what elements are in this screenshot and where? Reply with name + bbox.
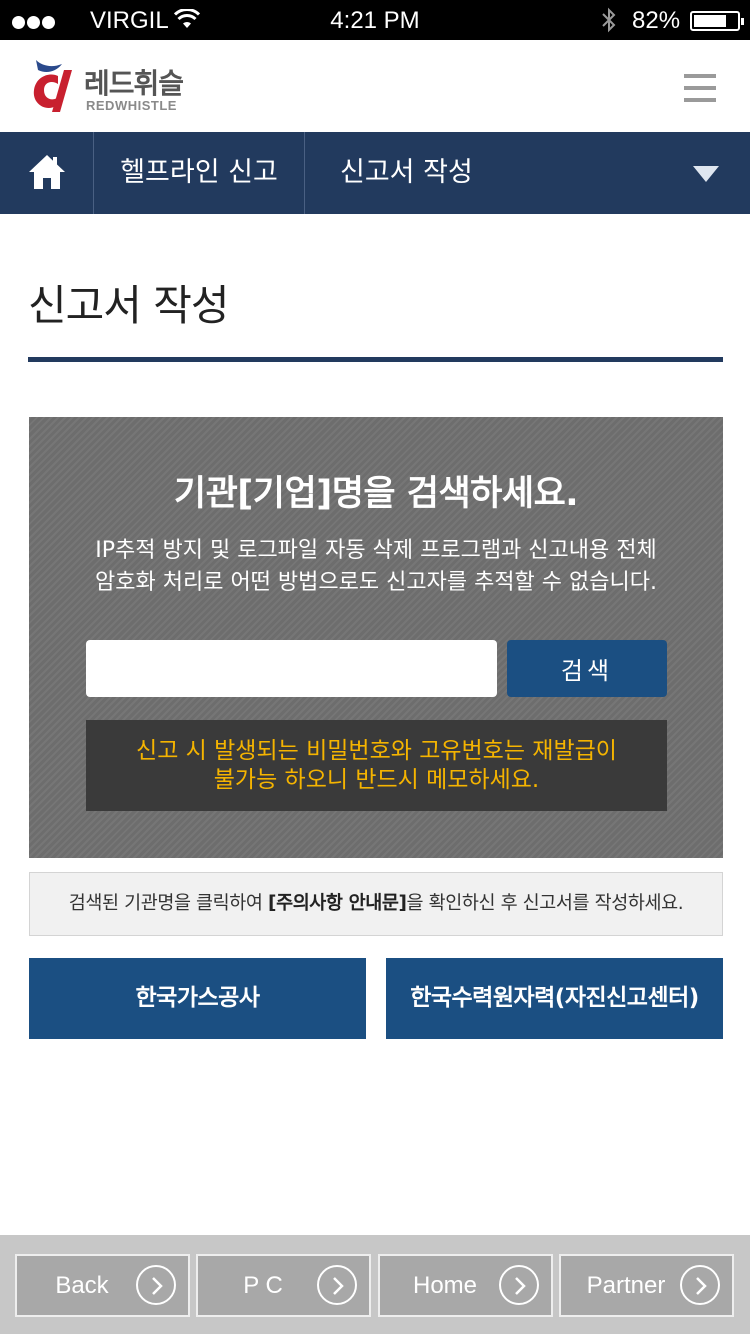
partner-label: Partner xyxy=(586,1272,666,1299)
org-button-kogas[interactable]: 한국가스공사 xyxy=(29,958,366,1039)
home-nav-button[interactable]: Home xyxy=(378,1254,553,1317)
logo-text-ko: 레드휘슬 xyxy=(84,67,184,100)
battery-percent: 82% xyxy=(632,7,681,34)
battery-icon xyxy=(690,11,744,31)
org-button-khnp[interactable]: 한국수력원자력(자진신고센터) xyxy=(386,958,723,1039)
title-divider xyxy=(28,357,723,362)
logo[interactable]: 레드휘슬 REDWHISTLE xyxy=(28,56,198,118)
search-description-line2: 암호화 처리로 어떤 방법으로도 신고자를 추적할 수 없습니다. xyxy=(95,570,657,595)
breadcrumb-report-write[interactable]: 신고서 작성 xyxy=(340,132,473,214)
password-notice: 신고 시 발생되는 비밀번호와 고유번호는 재발급이 불가능 하오니 반드시 메… xyxy=(86,720,667,811)
notice-line1: 신고 시 발생되는 비밀번호와 고유번호는 재발급이 xyxy=(136,738,617,764)
instruction-bold: [주의사항 안내문] xyxy=(268,893,407,914)
home-button[interactable] xyxy=(0,132,94,214)
notice-line2: 불가능 하오니 반드시 메모하세요. xyxy=(213,767,540,793)
site-header: 레드휘슬 REDWHISTLE xyxy=(0,40,750,132)
search-heading: 기관[기업]명을 검색하세요. xyxy=(173,474,579,514)
breadcrumb-nav: 헬프라인 신고 신고서 작성 xyxy=(0,132,750,214)
back-label: Back xyxy=(55,1272,109,1299)
instruction-text: 검색된 기관명을 클릭하여 [주의사항 안내문]을 확인하신 후 신고서를 작성… xyxy=(29,872,723,936)
search-panel: 기관[기업]명을 검색하세요. IP추적 방지 및 로그파일 자동 삭제 프로그… xyxy=(29,417,723,858)
hamburger-icon[interactable] xyxy=(684,74,720,104)
bottom-nav: Back P C Home Partner xyxy=(0,1235,750,1334)
pc-label: P C xyxy=(243,1272,283,1299)
search-button[interactable]: 검색 xyxy=(507,640,667,697)
chevron-right-icon xyxy=(317,1265,357,1305)
logo-text-en: REDWHISTLE xyxy=(86,98,177,113)
page-title: 신고서 작성 xyxy=(28,281,230,330)
chevron-right-icon xyxy=(499,1265,539,1305)
back-button[interactable]: Back xyxy=(15,1254,190,1317)
instruction-after: 을 확인하신 후 신고서를 작성하세요. xyxy=(406,893,684,914)
redwhistle-logo-icon xyxy=(33,60,72,112)
bluetooth-icon xyxy=(602,7,616,33)
search-description-line1: IP추적 방지 및 로그파일 자동 삭제 프로그램과 신고내용 전체 xyxy=(95,538,657,563)
status-bar: VIRGIL 4:21 PM 82% xyxy=(0,0,750,40)
partner-button[interactable]: Partner xyxy=(559,1254,734,1317)
search-description: IP추적 방지 및 로그파일 자동 삭제 프로그램과 신고내용 전체 암호화 처… xyxy=(29,535,723,599)
triangle-down-icon[interactable] xyxy=(692,164,720,184)
instruction-before: 검색된 기관명을 클릭하여 xyxy=(68,893,269,914)
breadcrumb-helpline[interactable]: 헬프라인 신고 xyxy=(94,132,305,214)
chevron-right-icon xyxy=(680,1265,720,1305)
home-icon xyxy=(29,155,65,189)
home-label: Home xyxy=(412,1272,478,1299)
chevron-right-icon xyxy=(136,1265,176,1305)
search-input[interactable] xyxy=(86,640,497,697)
pc-button[interactable]: P C xyxy=(196,1254,371,1317)
